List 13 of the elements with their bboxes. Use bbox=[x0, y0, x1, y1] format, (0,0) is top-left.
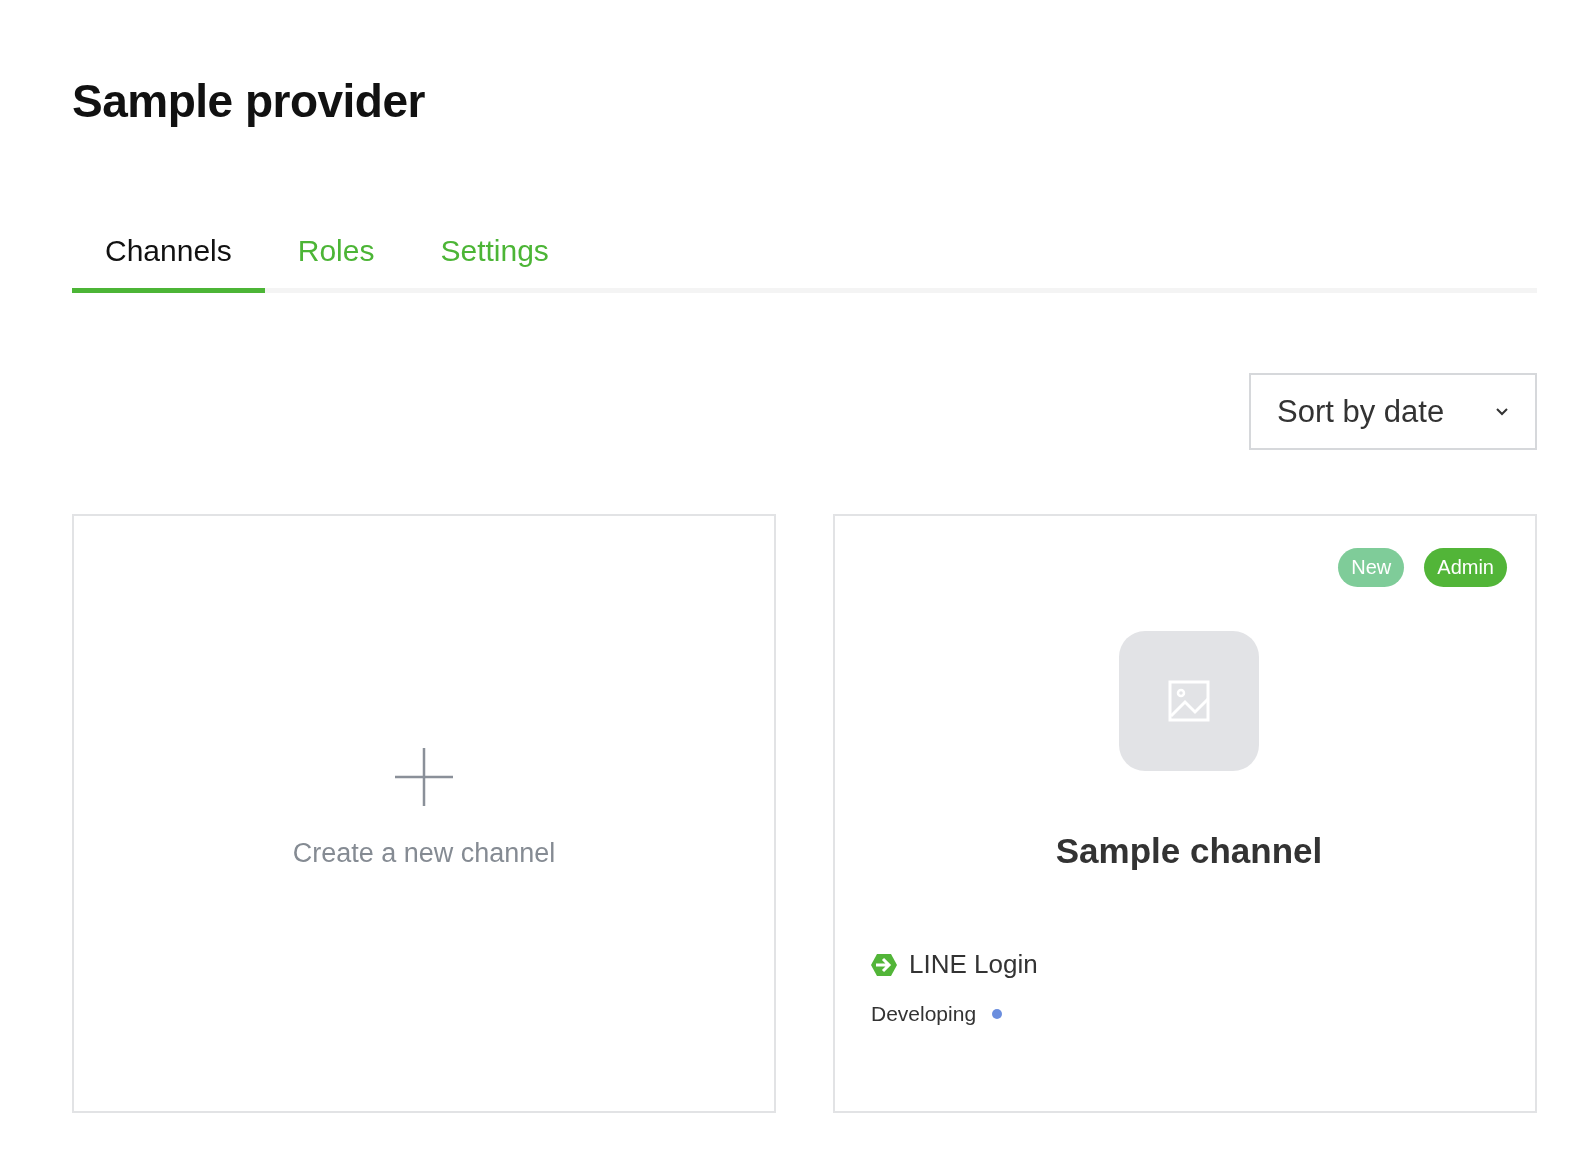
badge: Admin bbox=[1424, 548, 1507, 587]
channel-card[interactable]: New Admin Sample channel LINE Login Developing bbox=[833, 514, 1537, 1113]
create-channel-label: Create a new channel bbox=[292, 838, 556, 869]
tab[interactable]: Channels bbox=[72, 234, 265, 293]
channel-type: LINE Login bbox=[909, 949, 1038, 980]
page-title: Sample provider bbox=[72, 74, 426, 128]
arrow-icon bbox=[871, 953, 897, 976]
sort-dropdown[interactable]: Sort by date bbox=[1249, 373, 1537, 450]
channel-name: Sample channel bbox=[1055, 831, 1323, 871]
plus-icon bbox=[395, 748, 453, 806]
chevron-icon bbox=[1495, 407, 1509, 416]
badge: New bbox=[1338, 548, 1405, 587]
channel-status: Developing bbox=[871, 1002, 977, 1026]
